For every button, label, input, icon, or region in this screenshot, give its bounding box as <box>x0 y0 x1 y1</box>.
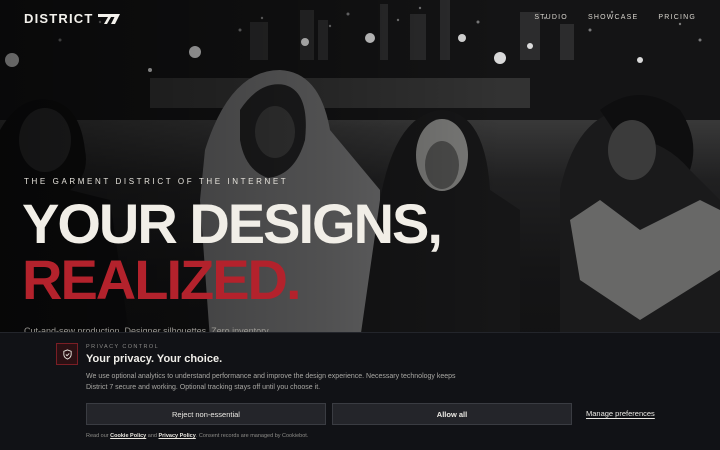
headline-line-2: REALIZED. <box>22 248 302 311</box>
consent-footer: Read our Cookie Policy and Privacy Polic… <box>86 433 308 439</box>
district-7-slash-mark-icon <box>97 13 120 24</box>
cookie-consent-panel: PRIVACY CONTROL Your privacy. Your choic… <box>0 332 720 450</box>
cookie-policy-link[interactable]: Cookie Policy <box>110 433 146 439</box>
shield-check-icon <box>56 343 78 365</box>
shield-icon <box>62 348 72 360</box>
hero-eyebrow: THE GARMENT DISTRICT OF THE INTERNET <box>24 177 289 186</box>
footer-and: and <box>147 433 157 439</box>
headline-line-1: YOUR DESIGNS, <box>22 192 443 255</box>
nav-item-showcase[interactable]: SHOWCASE <box>588 14 638 21</box>
allow-all-button[interactable]: Allow all <box>332 403 572 425</box>
footer-suffix: . Consent records are managed by Cookieb… <box>195 433 309 439</box>
brand-name: DISTRICT <box>24 11 94 26</box>
hero-headline: YOUR DESIGNS, REALIZED. <box>22 192 443 311</box>
reject-non-essential-button[interactable]: Reject non-essential <box>86 403 326 425</box>
nav-links: STUDIO SHOWCASE PRICING <box>534 14 696 21</box>
brand-logo[interactable]: DISTRICT <box>24 11 120 26</box>
nav-item-pricing[interactable]: PRICING <box>658 14 696 21</box>
consent-eyebrow: PRIVACY CONTROL <box>86 344 160 350</box>
footer-prefix: Read our <box>86 433 109 439</box>
nav-item-studio[interactable]: STUDIO <box>534 14 568 21</box>
consent-title: Your privacy. Your choice. <box>86 353 223 365</box>
top-navigation: DISTRICT STUDIO SHOWCASE PRICING <box>0 0 720 36</box>
privacy-policy-link[interactable]: Privacy Policy <box>159 433 196 439</box>
consent-body-text: We use optional analytics to understand … <box>86 373 456 391</box>
manage-preferences-link[interactable]: Manage preferences <box>586 409 655 418</box>
